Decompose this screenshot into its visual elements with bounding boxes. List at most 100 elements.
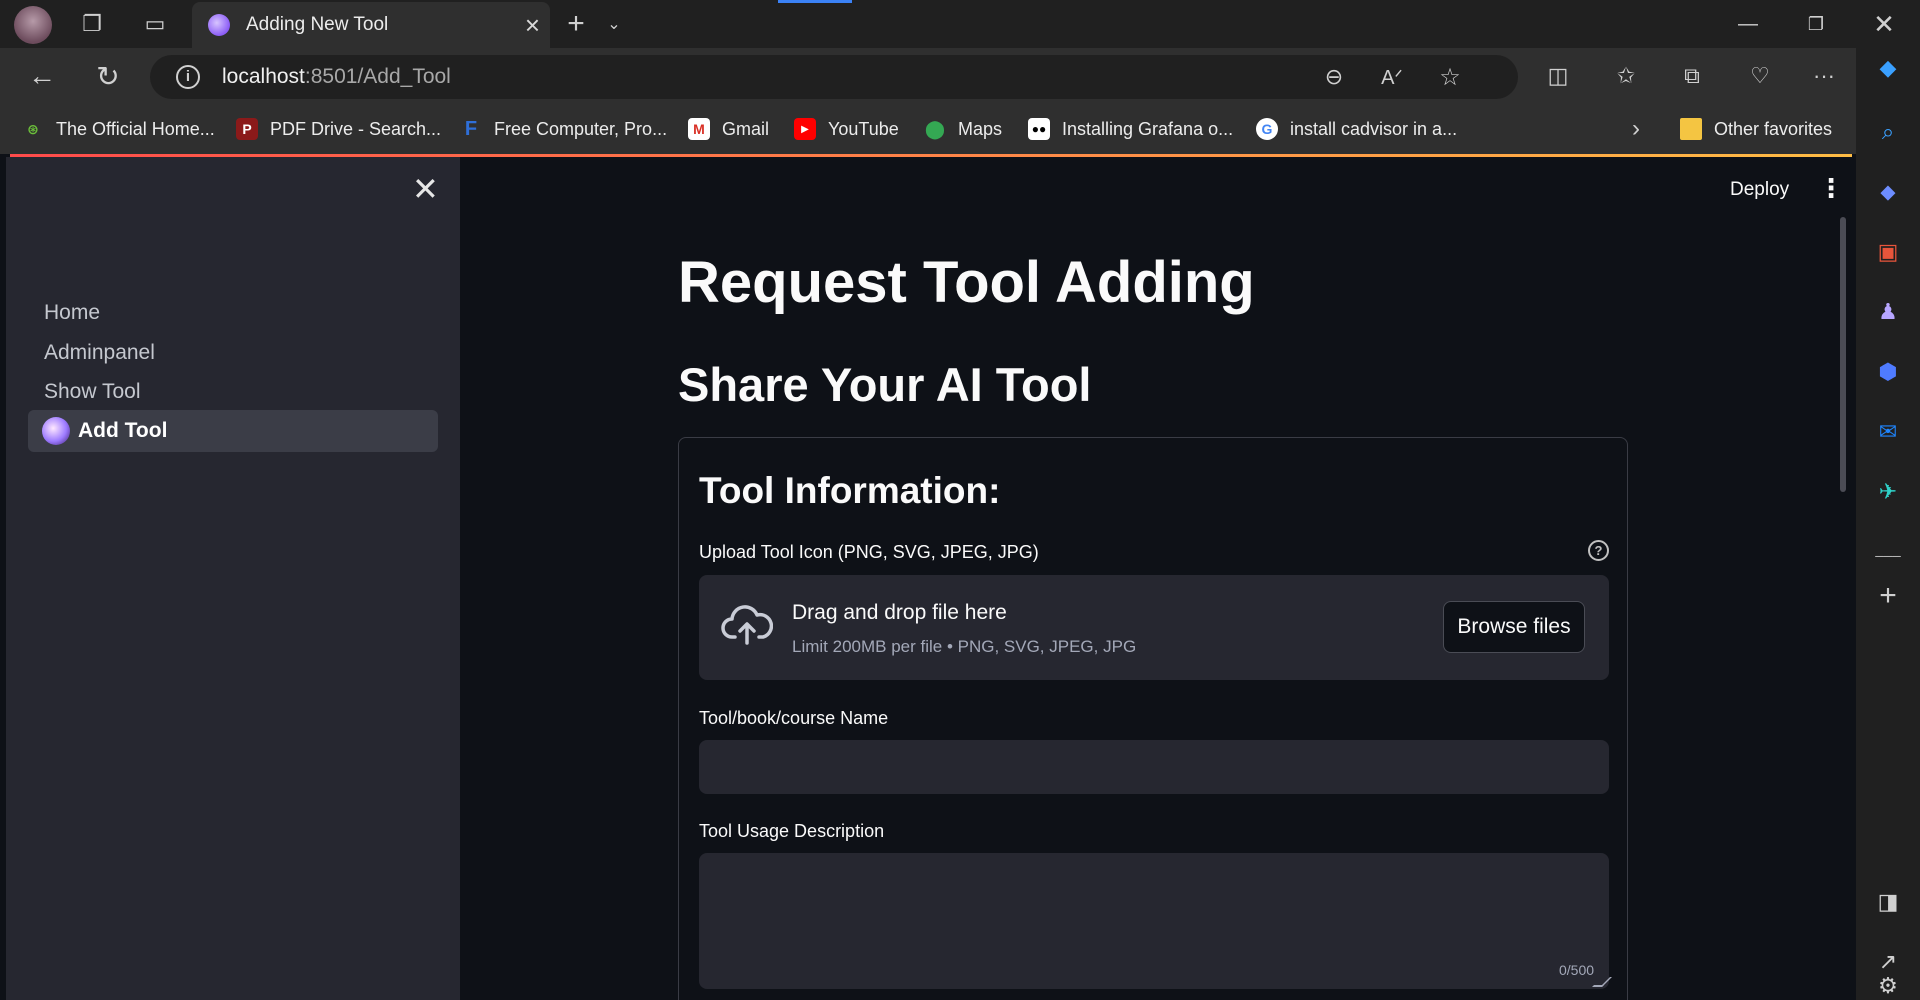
bookmark-gmail[interactable]: M Gmail: [688, 117, 769, 141]
add-app-icon[interactable]: +: [1870, 578, 1906, 614]
medium-favicon-icon: ●●: [1028, 118, 1050, 140]
games-icon[interactable]: ♟: [1870, 294, 1906, 330]
bookmark-label: Maps: [958, 118, 1003, 139]
char-counter: 0/500: [1559, 962, 1595, 978]
main-menu-icon[interactable]: ⋮: [1818, 173, 1844, 204]
bookmark-label: YouTube: [828, 118, 899, 139]
active-tab[interactable]: Adding New Tool ×: [192, 2, 550, 48]
bookmark-label: PDF Drive - Search...: [270, 118, 442, 139]
browse-files-button[interactable]: Browse files: [1443, 601, 1585, 653]
tools-briefcase-icon[interactable]: ▣: [1870, 234, 1906, 270]
back-arrow-icon[interactable]: ←: [24, 58, 60, 94]
hide-sidebar-icon[interactable]: ◨: [1870, 884, 1906, 920]
microsoft-365-icon[interactable]: ⬢: [1870, 354, 1906, 390]
rail-divider: ───: [1875, 549, 1901, 563]
bookmark-youtube[interactable]: ▶ YouTube: [794, 117, 899, 141]
tab-list-chevron-down-icon[interactable]: ⌄: [596, 6, 632, 42]
deploy-button[interactable]: Deploy: [1730, 179, 1789, 201]
sidebar-item-adminpanel[interactable]: Adminpanel: [28, 332, 438, 374]
official-home-favicon-icon: ⊛: [27, 120, 39, 137]
url-path: :8501/Add_Tool: [304, 65, 451, 88]
workspaces-icon[interactable]: ❐: [74, 6, 110, 42]
settings-gear-icon[interactable]: ⚙: [1870, 968, 1906, 1000]
pdf-drive-favicon-icon: P: [236, 118, 258, 140]
sidebar-item-label: Home: [44, 301, 101, 324]
other-favorites-label: Other favorites: [1714, 118, 1833, 139]
scrollbar[interactable]: [1840, 217, 1846, 492]
bookmark-label: Free Computer, Pro...: [494, 118, 668, 139]
bookmark-pdf-drive[interactable]: P PDF Drive - Search...: [236, 117, 441, 141]
google-favicon-icon: G: [1256, 118, 1278, 140]
search-icon[interactable]: ⌕: [1870, 114, 1906, 150]
folder-icon: [1680, 118, 1702, 140]
sidebar-item-show-tool[interactable]: Show Tool: [28, 371, 438, 413]
close-tab-icon[interactable]: ×: [525, 10, 540, 41]
new-tab-icon[interactable]: +: [558, 6, 594, 42]
favorites-icon[interactable]: ✩: [1608, 58, 1644, 94]
browser-toolbar: ← ↻ i localhost:8501/Add_Tool ⊖ Aᐟ ☆ ◫ ✩…: [0, 48, 1856, 104]
sidebar-item-label: Add Tool: [78, 419, 168, 442]
sidebar-item-label: Show Tool: [44, 380, 141, 403]
description-label: Tool Usage Description: [699, 821, 885, 841]
more-bookmarks-chevron-icon[interactable]: ›: [1618, 111, 1654, 147]
close-sidebar-icon[interactable]: ✕: [412, 173, 439, 205]
edge-sidebar: ◆ ⌕ ⬥ ▣ ♟ ⬢ ✉ ✈ ─── + ◨ ↗ ⚙: [1856, 48, 1920, 1000]
restore-window-icon[interactable]: ❐: [1798, 6, 1834, 42]
split-screen-icon[interactable]: ◫: [1540, 58, 1576, 94]
crystal-ball-icon: [42, 417, 70, 445]
bookmark-maps[interactable]: ⬤ Maps: [924, 117, 1002, 141]
close-window-icon[interactable]: ✕: [1866, 6, 1902, 42]
favorite-star-icon[interactable]: ☆: [1432, 59, 1468, 95]
minimize-window-icon[interactable]: —: [1730, 6, 1766, 42]
form-heading: Tool Information:: [699, 470, 1001, 511]
bookmark-official-home[interactable]: ⊛ The Official Home...: [22, 117, 215, 141]
tab-title: Adding New Tool: [246, 14, 389, 35]
profile-avatar[interactable]: [14, 6, 52, 44]
tool-name-input[interactable]: [699, 740, 1609, 794]
more-options-icon[interactable]: ···: [1806, 58, 1842, 94]
youtube-favicon-icon: ▶: [794, 118, 816, 140]
bookmark-grafana[interactable]: ●● Installing Grafana o...: [1028, 117, 1233, 141]
sidebar-item-home[interactable]: Home: [28, 292, 438, 334]
main-content: Deploy ⋮ Request Tool Adding Share Your …: [460, 157, 1852, 1000]
app-sidebar: ✕ Home Adminpanel Show Tool Add Tool: [6, 157, 460, 1000]
tab-actions-icon[interactable]: ▭: [137, 6, 173, 42]
address-bar[interactable]: i localhost:8501/Add_Tool ⊖ Aᐟ ☆: [150, 55, 1518, 99]
sidebar-item-add-tool[interactable]: Add Tool: [28, 410, 438, 452]
copilot-icon[interactable]: ◆: [1870, 50, 1906, 86]
bookmarks-bar: ⊛ The Official Home... P PDF Drive - Sea…: [0, 104, 1856, 154]
bookmark-cadvisor[interactable]: G install cadvisor in a...: [1256, 117, 1457, 141]
maps-favicon-icon: ⬤: [924, 118, 946, 139]
bookmark-label: install cadvisor in a...: [1290, 118, 1458, 139]
page-subtitle: Share Your AI Tool: [678, 358, 1092, 411]
cloud-upload-icon: [721, 605, 773, 645]
freecomputer-favicon-icon: F: [464, 117, 478, 140]
active-indicator: [778, 0, 852, 3]
drop-icon[interactable]: ✈: [1870, 474, 1906, 510]
page-title: Request Tool Adding: [678, 250, 1255, 315]
tool-description-textarea[interactable]: [699, 853, 1609, 989]
collections-icon[interactable]: ⧉: [1674, 58, 1710, 94]
upload-label: Upload Tool Icon (PNG, SVG, JPEG, JPG): [699, 542, 1039, 562]
gmail-favicon-icon: M: [688, 118, 710, 140]
url-text[interactable]: localhost:8501/Add_Tool: [222, 65, 451, 89]
name-label: Tool/book/course Name: [699, 708, 889, 728]
other-favorites[interactable]: Other favorites: [1680, 117, 1832, 141]
dropzone-title: Drag and drop file here: [792, 601, 1007, 624]
zoom-out-icon[interactable]: ⊖: [1316, 59, 1352, 95]
file-dropzone[interactable]: Drag and drop file here Limit 200MB per …: [699, 575, 1609, 680]
help-icon[interactable]: ?: [1588, 540, 1609, 561]
shopping-tag-icon[interactable]: ⬥: [1870, 174, 1906, 210]
refresh-icon[interactable]: ↻: [90, 58, 126, 94]
bookmark-label: Installing Grafana o...: [1062, 118, 1234, 139]
tab-favicon-icon: [208, 14, 230, 36]
tab-bar: ❐ ▭ Adding New Tool × + ⌄ — ❐ ✕: [0, 0, 1920, 48]
tool-form: Tool Information: Upload Tool Icon (PNG,…: [678, 437, 1628, 1000]
browser-essentials-icon[interactable]: ♡: [1742, 58, 1778, 94]
dropzone-limit: Limit 200MB per file • PNG, SVG, JPEG, J…: [792, 637, 1137, 656]
bookmark-free-computer[interactable]: F Free Computer, Pro...: [460, 117, 667, 141]
outlook-icon[interactable]: ✉: [1870, 414, 1906, 450]
read-aloud-icon[interactable]: Aᐟ: [1374, 59, 1410, 95]
site-info-icon[interactable]: i: [176, 65, 200, 89]
sidebar-item-label: Adminpanel: [44, 341, 155, 364]
